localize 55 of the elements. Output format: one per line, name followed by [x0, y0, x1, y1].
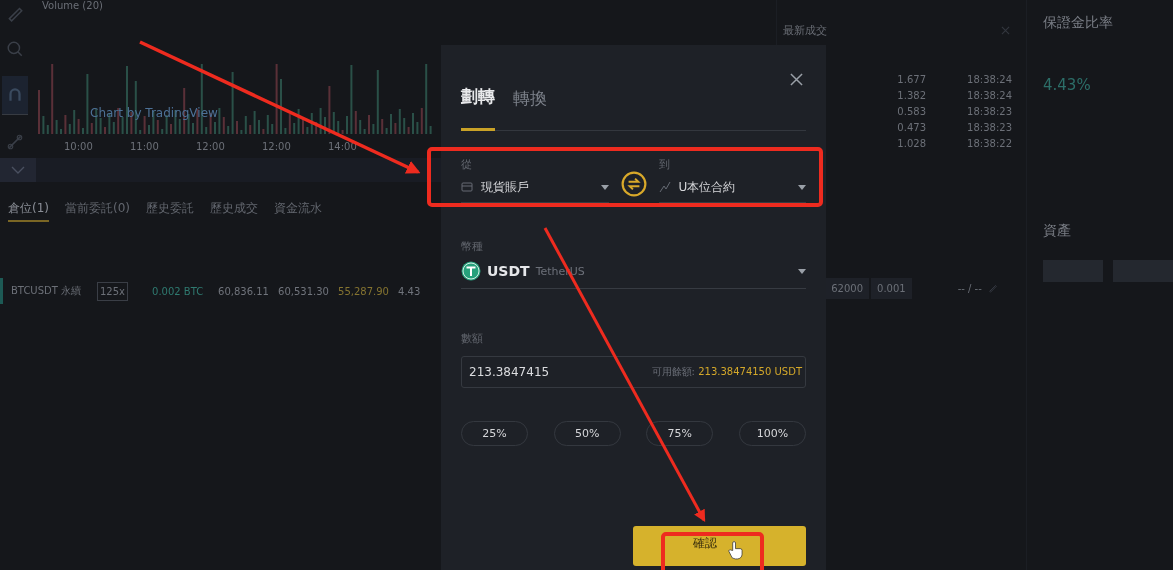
trade-time: 18:38:23: [966, 122, 1012, 135]
collapse-button[interactable]: [0, 158, 36, 182]
dialog-tab[interactable]: 轉換: [513, 85, 547, 131]
from-label: 從: [461, 157, 473, 172]
ruler-icon[interactable]: [6, 133, 24, 151]
close-icon[interactable]: [790, 73, 803, 86]
trade-amount: 0.473: [896, 122, 926, 135]
coin-label: 幣種: [461, 239, 484, 254]
trades-title: 最新成交: [783, 22, 828, 38]
pencil-icon[interactable]: [6, 4, 24, 22]
positions-tab[interactable]: 倉位(1): [8, 200, 49, 222]
trade-time: 18:38:22: [966, 138, 1012, 151]
size-text: 0.002 BTC: [152, 285, 205, 297]
amount-label: 數額: [461, 331, 484, 346]
zoom-icon[interactable]: [6, 40, 24, 58]
wallet-icon: [461, 181, 473, 193]
to-label: 到: [658, 157, 671, 172]
trade-amount: 0.583: [896, 106, 926, 119]
trade-amount: 1.677: [896, 74, 926, 87]
to-account-select[interactable]: U本位合約: [658, 172, 806, 203]
chart-line-icon: [658, 181, 671, 193]
swap-icon[interactable]: [620, 171, 647, 197]
hand-cursor-icon: [728, 541, 743, 560]
trade-time: 18:38:23: [966, 106, 1012, 119]
available-balance: 可用餘額: 213.38474150 USDT: [651, 365, 802, 379]
margin-ratio-value: 4.43%: [1043, 76, 1092, 94]
caret-icon: [600, 184, 609, 190]
trade-time: 18:38:24: [966, 90, 1012, 103]
chart-legend: Volume (20): [30, 0, 777, 14]
trade-time: 18:38:24: [966, 74, 1012, 87]
trade-amount: 1.028: [896, 138, 926, 151]
liquidation-price-text: 55,287.90: [338, 285, 390, 297]
leverage-badge[interactable]: 125x: [97, 281, 128, 301]
caret-icon: [798, 184, 806, 190]
symbol-text: BTCUSDT 永續: [11, 284, 83, 298]
quantity-cell: 0.001: [871, 277, 912, 299]
table-cell-text: 4.43: [398, 285, 422, 297]
time-tick: 12:00: [196, 140, 226, 152]
dialog-tab[interactable]: 劃轉: [461, 85, 495, 131]
entry-price-text: 60,836.11: [218, 285, 270, 297]
trade-amount: 1.382: [896, 90, 926, 103]
tp-sl-text: -- / --: [957, 282, 982, 294]
from-account-select[interactable]: 現貨賬戶: [461, 172, 609, 203]
coin-icon: [461, 261, 481, 281]
time-tick: 11:00: [130, 140, 160, 152]
time-tick: 10:00: [64, 140, 94, 152]
magnet-icon[interactable]: [2, 76, 28, 115]
caret-icon: [798, 268, 806, 274]
margin-ratio-title: 保證金比率: [1043, 14, 1114, 32]
pencil-icon[interactable]: [987, 283, 998, 293]
chevron-down-icon: [11, 166, 25, 174]
assets-title: 資產: [1043, 222, 1072, 240]
price-cell: 62000: [825, 277, 870, 299]
time-tick: 12:00: [262, 140, 292, 152]
mark-price-text: 60,531.30: [278, 285, 330, 297]
